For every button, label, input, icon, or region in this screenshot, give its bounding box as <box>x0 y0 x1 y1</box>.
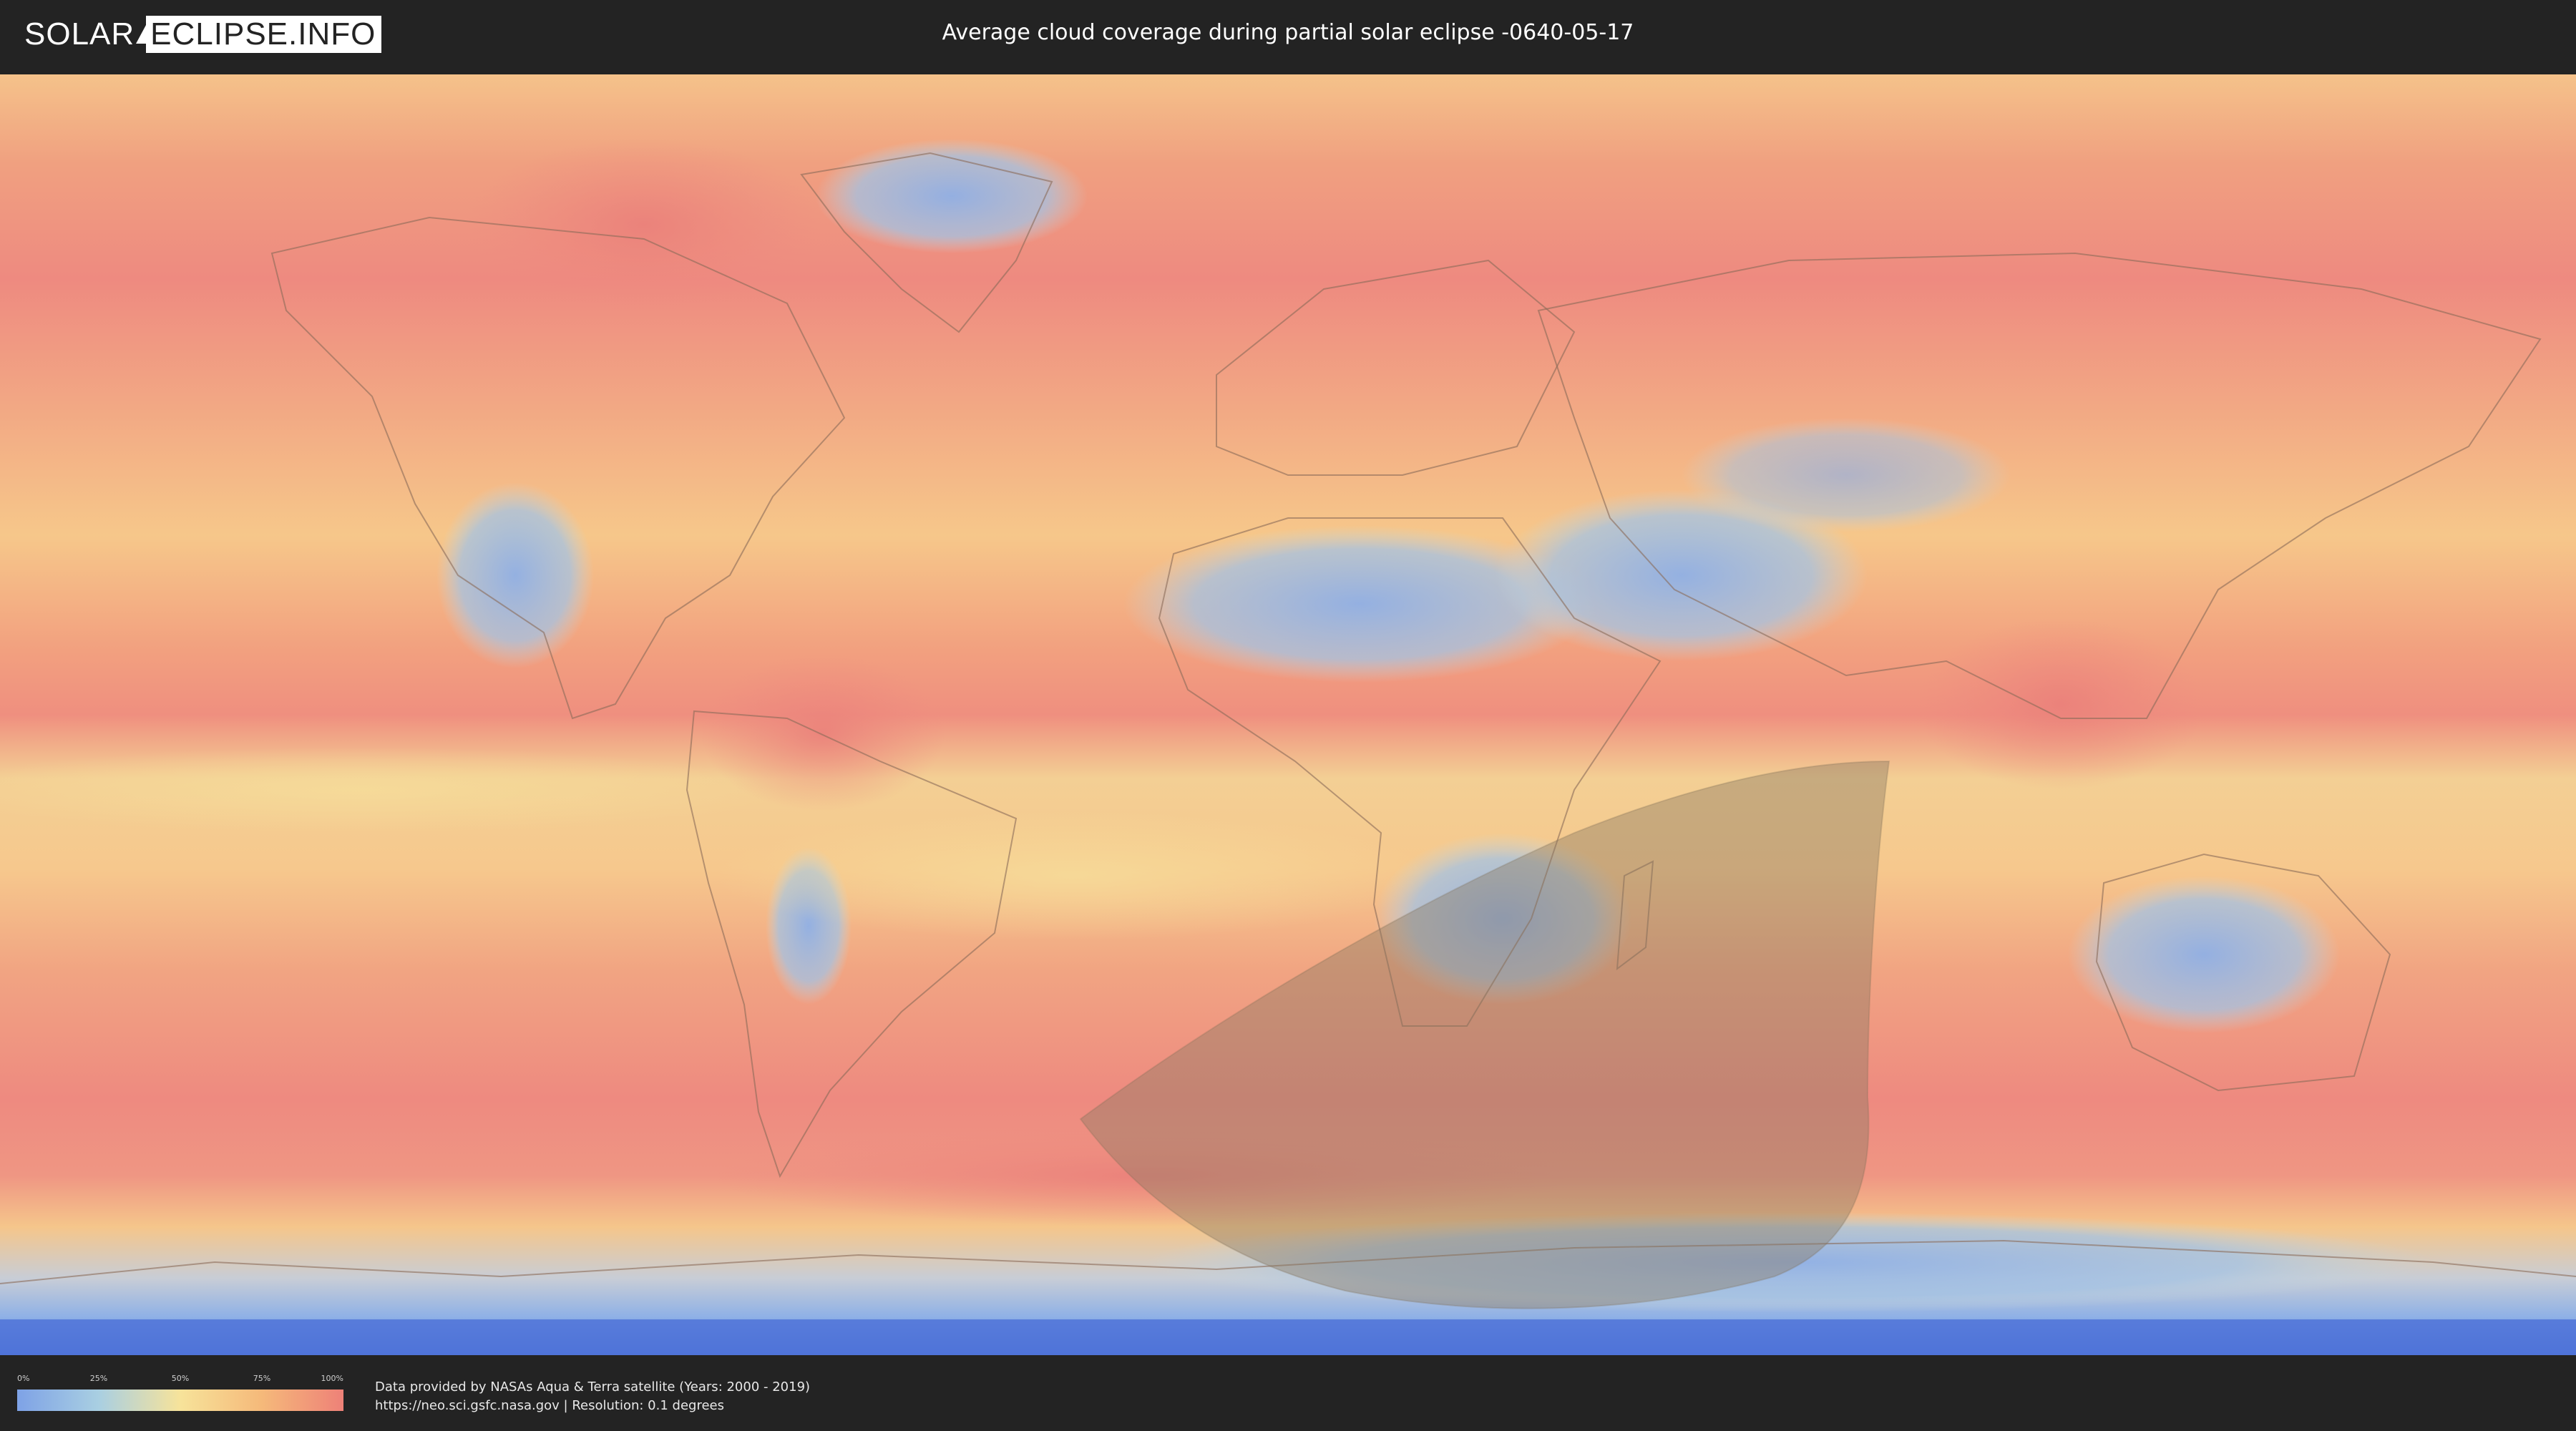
legend-color-bar <box>17 1390 343 1411</box>
source-line-1: Data provided by NASAs Aqua & Terra sate… <box>375 1379 811 1395</box>
cloud-coverage-map[interactable] <box>0 74 2576 1355</box>
antarctic-edge <box>0 1319 2576 1355</box>
page: SOLAR ECLIPSE.INFO Average cloud coverag… <box>0 0 2576 1431</box>
legend-tick-0: 0% <box>17 1374 30 1383</box>
data-source-text: Data provided by NASAs Aqua & Terra sate… <box>375 1378 810 1415</box>
footer-bar: 0% 25% 50% 75% 100% Data provided by NAS… <box>0 1358 2576 1431</box>
legend-ticks: 0% 25% 50% 75% 100% <box>17 1374 343 1388</box>
legend-tick-50: 50% <box>171 1374 190 1383</box>
header-bar: SOLAR ECLIPSE.INFO Average cloud coverag… <box>0 0 2576 72</box>
world-map-svg <box>0 74 2576 1355</box>
legend-tick-75: 75% <box>253 1374 271 1383</box>
cloud-coverage-legend: 0% 25% 50% 75% 100% <box>17 1374 343 1411</box>
source-line-2: https://neo.sci.gsfc.nasa.gov | Resoluti… <box>375 1398 724 1413</box>
page-title: Average cloud coverage during partial so… <box>942 20 1634 45</box>
legend-tick-25: 25% <box>89 1374 108 1383</box>
legend-tick-100: 100% <box>321 1374 343 1383</box>
